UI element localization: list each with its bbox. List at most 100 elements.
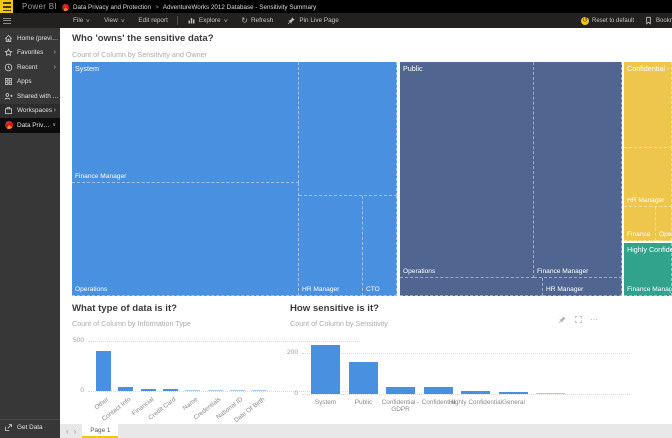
page-next-icon[interactable]: › (74, 427, 77, 436)
treemap-cell-hr-manager[interactable]: HR Manager (624, 148, 672, 207)
sidebar-item-apps[interactable]: Apps (0, 75, 60, 90)
chevron-down-icon: ∨ (120, 18, 125, 24)
treemap-cell-label: CTO (366, 286, 380, 293)
treemap-cell[interactable] (299, 62, 397, 196)
treemap-group-label: Public (403, 64, 423, 73)
home-icon (4, 34, 13, 43)
menu-left-group: File∨View∨Edit reportExplore∨↻RefreshPin… (66, 13, 346, 28)
treemap-cell-operations[interactable]: Operations (656, 207, 672, 241)
bar-general[interactable] (499, 392, 528, 394)
treemap-cell-label: Finance Manager (627, 286, 672, 293)
visual-header: ⋯ (558, 315, 598, 324)
sidebar-item-favorites[interactable]: Favorites› (0, 46, 60, 61)
menu-item-file[interactable]: File∨ (66, 13, 97, 28)
bar-public[interactable] (349, 362, 378, 394)
bar-national-id[interactable] (230, 390, 245, 391)
treemap-group-confidential-gdpr: HR ManagerFinanceOperationsConfidential … (624, 62, 672, 241)
chevron-down-icon: ∨ (223, 18, 228, 24)
treemap-cell-cto[interactable]: CTO (363, 196, 397, 296)
menu-item-edit-report[interactable]: Edit report (131, 13, 174, 28)
bar-contact-info[interactable] (118, 387, 133, 391)
chevron-right-icon: › (54, 64, 56, 71)
menu-item-view[interactable]: View∨ (97, 13, 131, 28)
y-axis-tick-label: 0 (68, 387, 84, 394)
sidebar-item-label: Data Privacy and... (17, 122, 52, 129)
treemap-cell-hr-manager[interactable]: HR Manager (543, 278, 622, 296)
sidebar-item-workspaces[interactable]: Workspaces› (0, 104, 60, 119)
treemap-group-label: System (75, 64, 99, 73)
bar-confidential[interactable] (424, 387, 453, 394)
sidebar-item-label: Apps (17, 78, 60, 85)
treemap-cell-hr-manager[interactable]: HR Manager (299, 196, 363, 296)
treemap-cell-label: Finance Manager (537, 268, 588, 275)
sidebar-item-data-privacy-and[interactable]: Data Privacy and...∨ (0, 118, 60, 133)
pin-icon[interactable] (558, 315, 567, 324)
shared-icon (4, 92, 13, 101)
top-bar: Power BI Data Privacy and Protection > A… (0, 0, 672, 13)
global-nav-hamburger-icon[interactable] (0, 0, 13, 13)
treemap-cell[interactable] (624, 62, 672, 148)
bar-item[interactable] (536, 393, 565, 394)
focus-icon[interactable] (574, 315, 583, 324)
bar-date-of-birth[interactable] (252, 390, 267, 391)
page-tab-bar: ‹ › Page 1 (60, 424, 672, 438)
y-axis-tick-label: 200 (282, 349, 298, 356)
bar-highly-confidential[interactable] (461, 391, 490, 394)
sidebar-item-label: Favorites (17, 49, 54, 56)
treemap-group-public: OperationsFinance Manager HR Manager Publi… (400, 62, 622, 296)
chart1-title: What type of data is it? (72, 303, 177, 314)
more-icon[interactable]: ⋯ (590, 315, 598, 324)
powerbi-app: Power BI Data Privacy and Protection > A… (0, 0, 672, 438)
y-axis-tick-label: 500 (68, 337, 84, 344)
menu-item-label: File (73, 17, 83, 24)
page-prev-icon[interactable]: ‹ (66, 427, 69, 436)
menu-item-reset-to-default[interactable]: ↺Reset to default (576, 13, 639, 28)
menu-item-refresh[interactable]: ↻Refresh (234, 13, 280, 28)
star-icon (4, 48, 13, 57)
bar-other[interactable] (96, 351, 111, 391)
treemap-cell-operations[interactable]: Operations (72, 183, 299, 296)
treemap-cell-finance-manager[interactable]: Finance Manager (534, 62, 622, 278)
chart2-subtitle: Count of Column by Sensitivity (290, 319, 388, 328)
bar-system[interactable] (311, 345, 340, 394)
menu-item-pin-live-page[interactable]: Pin Live Page (280, 13, 345, 28)
breadcrumb-separator: > (155, 4, 159, 11)
menu-item-label: Edit report (138, 17, 167, 24)
menu-right-group: ↺Reset to defaultBookmarks∨Usage metrics (576, 13, 672, 28)
menu-item-label: Refresh (251, 17, 273, 24)
breadcrumb-workspace[interactable]: Data Privacy and Protection (73, 4, 151, 11)
app-icon (62, 4, 69, 11)
treemap-group-label: Highly Confidential (627, 245, 672, 254)
treemap-cell-finance-manager[interactable]: Finance Manager (72, 62, 299, 183)
workspaces-icon (4, 106, 13, 115)
treemap-visual: Finance ManagerOperationsHR ManagerCTOSy… (72, 62, 672, 296)
collapse-nav-icon[interactable] (0, 13, 14, 28)
menu-item-bookmarks[interactable]: Bookmarks∨ (639, 13, 672, 28)
treemap-cell-operations[interactable]: Operations (400, 62, 534, 278)
menu-item-explore[interactable]: Explore∨ (180, 13, 234, 28)
clock-icon (4, 63, 13, 72)
bar-financial[interactable] (141, 389, 156, 392)
sidebar-item-home-preview[interactable]: Home (preview) (0, 31, 60, 46)
y-axis-tick-label: 0 (282, 390, 298, 397)
gridline (302, 394, 630, 395)
bar-credentials[interactable] (208, 390, 223, 391)
gridline (302, 353, 630, 354)
workspace-app-icon (4, 121, 13, 129)
treemap-cell-finance[interactable]: Finance (624, 207, 656, 241)
breadcrumb: Data Privacy and Protection > AdventureW… (62, 3, 316, 11)
page-tab-page-1[interactable]: Page 1 (82, 424, 118, 438)
bar-credit-card[interactable] (163, 389, 178, 391)
treemap-cell[interactable] (400, 278, 543, 296)
chevron-down-icon: ∨ (86, 18, 91, 24)
sidebar-item-label: Workspaces (17, 107, 54, 114)
bookmark-icon (644, 16, 653, 25)
breadcrumb-report: AdventureWorks 2012 Database - Sensitivi… (163, 4, 317, 11)
bar-confidential-gdpr[interactable] (386, 387, 415, 394)
bar-name[interactable] (185, 390, 200, 391)
get-data-button[interactable]: Get Data (0, 419, 60, 433)
pin-icon (287, 16, 296, 25)
sidebar-item-shared-with-me[interactable]: Shared with me (0, 89, 60, 104)
sidebar-item-recent[interactable]: Recent› (0, 60, 60, 75)
chevron-down-icon: ∨ (52, 122, 56, 128)
